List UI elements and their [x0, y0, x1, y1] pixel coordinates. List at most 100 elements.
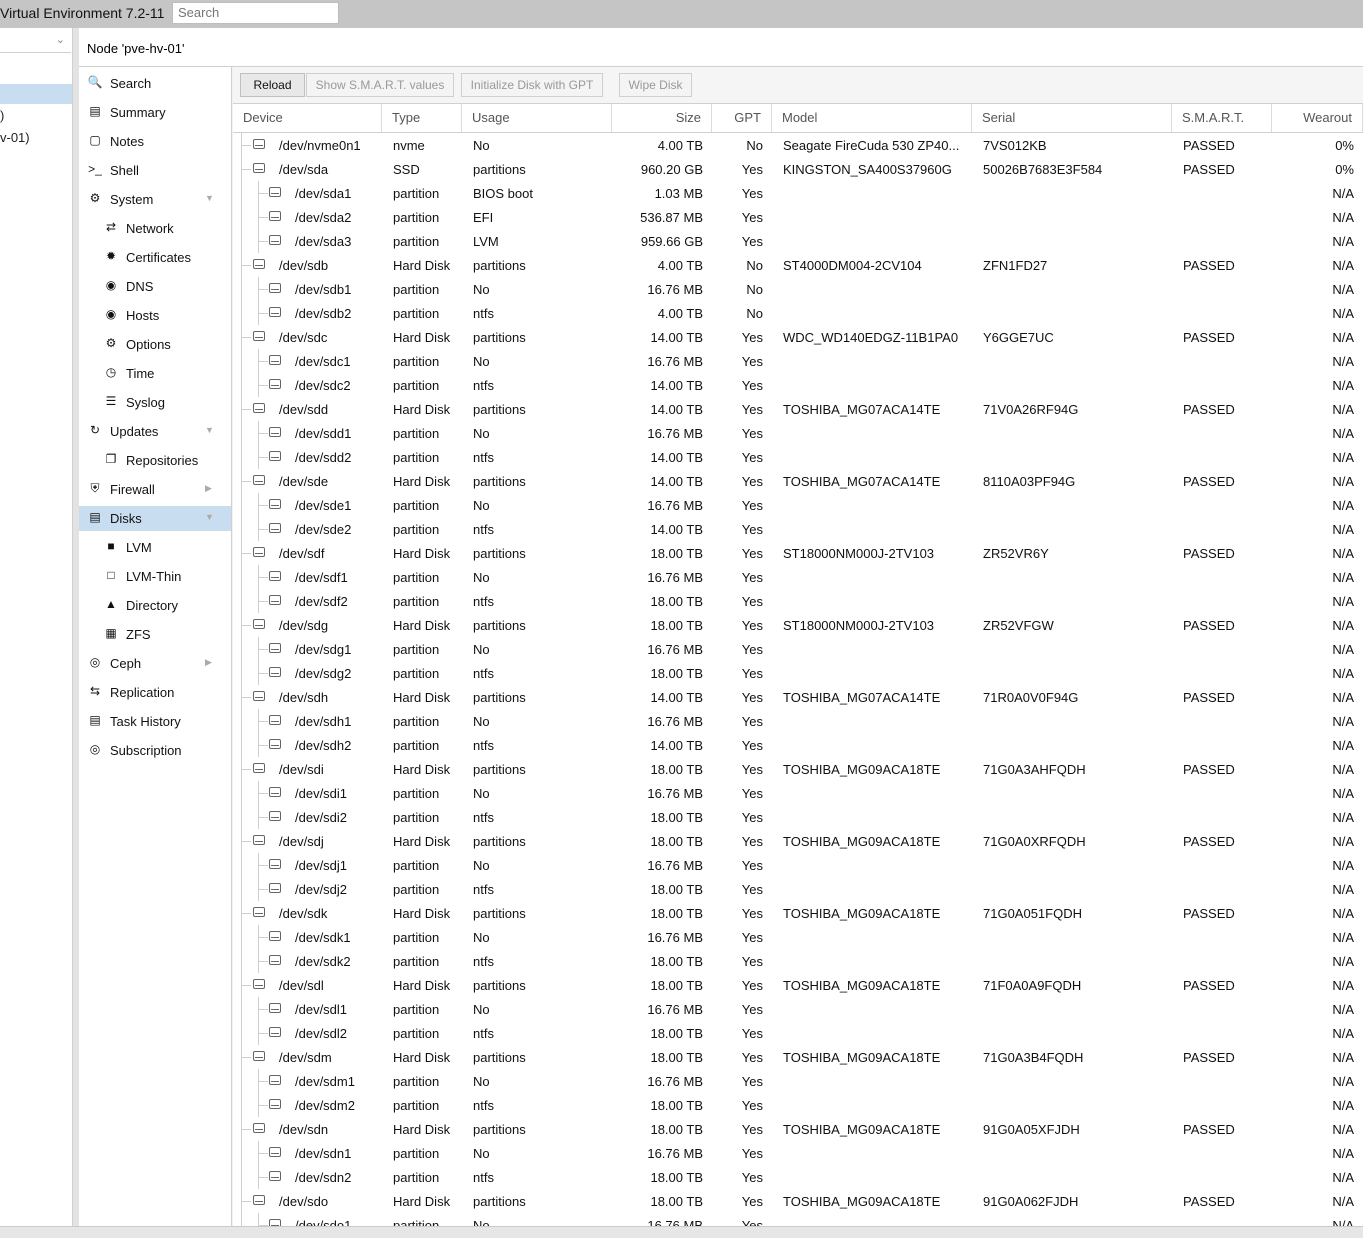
table-row[interactable]: /dev/sdb2 partition ntfs 4.00 TB No N/A — [233, 301, 1363, 325]
menu-item-system[interactable]: ⚙ System ▼ — [79, 187, 231, 212]
chevron-right-icon[interactable]: ▶ — [205, 657, 212, 668]
menu-item-ceph[interactable]: ◎ Ceph ▶ — [79, 651, 231, 676]
table-row[interactable]: /dev/sdc Hard Disk partitions 14.00 TB Yes WD… — [233, 325, 1363, 349]
menu-item-hosts[interactable]: ◉ Hosts — [79, 303, 231, 328]
menu-item-repositories[interactable]: ❐ Repositories — [79, 448, 231, 473]
tree-line — [241, 265, 251, 266]
table-row[interactable]: /dev/sdm1 partition No 16.76 MB Yes N/A — [233, 1069, 1363, 1093]
resource-tree-item[interactable]: v-01) — [0, 130, 30, 145]
table-row[interactable]: /dev/sdc2 partition ntfs 14.00 TB Yes N/A — [233, 373, 1363, 397]
table-row[interactable]: /dev/sdn Hard Disk partitions 18.00 TB Yes TO… — [233, 1117, 1363, 1141]
menu-item-syslog[interactable]: ☰ Syslog — [79, 390, 231, 415]
table-row[interactable]: /dev/sdd1 partition No 16.76 MB Yes N/A — [233, 421, 1363, 445]
cell-usage: ntfs — [473, 954, 494, 969]
table-row[interactable]: /dev/sdk1 partition No 16.76 MB Yes N/A — [233, 925, 1363, 949]
wipe-disk-button[interactable]: Wipe Disk — [619, 73, 692, 97]
chevron-down-icon[interactable]: ▼ — [205, 512, 214, 522]
menu-item-task-history[interactable]: ▤ Task History — [79, 709, 231, 734]
table-row[interactable]: /dev/sdg2 partition ntfs 18.00 TB Yes N/A — [233, 661, 1363, 685]
table-row[interactable]: /dev/sdj Hard Disk partitions 18.00 TB Yes TO… — [233, 829, 1363, 853]
table-row[interactable]: /dev/sdk Hard Disk partitions 18.00 TB Yes TO… — [233, 901, 1363, 925]
table-row[interactable]: /dev/sdf Hard Disk partitions 18.00 TB Yes ST… — [233, 541, 1363, 565]
table-row[interactable]: /dev/sdj1 partition No 16.76 MB Yes N/A — [233, 853, 1363, 877]
menu-item-updates[interactable]: ↻ Updates ▼ — [79, 419, 231, 444]
table-row[interactable]: /dev/sdi Hard Disk partitions 18.00 TB Yes TO… — [233, 757, 1363, 781]
table-row[interactable]: /dev/sdf2 partition ntfs 18.00 TB Yes N/A — [233, 589, 1363, 613]
resource-tree-item[interactable]: ) — [0, 108, 4, 123]
menu-item-lvm-thin[interactable]: □ LVM-Thin — [79, 564, 231, 589]
table-row[interactable]: /dev/sde2 partition ntfs 14.00 TB Yes N/A — [233, 517, 1363, 541]
column-header-usage[interactable]: Usage — [462, 104, 612, 132]
table-row[interactable]: /dev/sdk2 partition ntfs 18.00 TB Yes N/A — [233, 949, 1363, 973]
menu-item-certificates[interactable]: ✹ Certificates — [79, 245, 231, 270]
table-row[interactable]: /dev/sdd Hard Disk partitions 14.00 TB Yes TO… — [233, 397, 1363, 421]
menu-item-replication[interactable]: ⇆ Replication — [79, 680, 231, 705]
menu-item-zfs[interactable]: ▦ ZFS — [79, 622, 231, 647]
table-row[interactable]: /dev/sdm2 partition ntfs 18.00 TB Yes N/A — [233, 1093, 1363, 1117]
menu-item-options[interactable]: ⚙ Options — [79, 332, 231, 357]
table-row[interactable]: /dev/sdc1 partition No 16.76 MB Yes N/A — [233, 349, 1363, 373]
column-header-wear[interactable]: Wearout — [1272, 104, 1363, 132]
column-header-device[interactable]: Device — [233, 104, 382, 132]
chevron-down-icon[interactable]: ▼ — [205, 425, 214, 435]
table-row[interactable]: /dev/sdl Hard Disk partitions 18.00 TB Yes TO… — [233, 973, 1363, 997]
table-row[interactable]: /dev/sdg1 partition No 16.76 MB Yes N/A — [233, 637, 1363, 661]
table-row[interactable]: /dev/sdi2 partition ntfs 18.00 TB Yes N/A — [233, 805, 1363, 829]
table-row[interactable]: /dev/sdh2 partition ntfs 14.00 TB Yes N/A — [233, 733, 1363, 757]
menu-item-lvm[interactable]: ■ LVM — [79, 535, 231, 560]
table-row[interactable]: /dev/nvme0n1 nvme No 4.00 TB No Seagate FireC… — [233, 133, 1363, 157]
cell-smart: PASSED — [1183, 474, 1235, 489]
column-header-gpt[interactable]: GPT — [712, 104, 772, 132]
search-input[interactable] — [172, 2, 339, 24]
menu-item-shell[interactable]: >_ Shell — [79, 158, 231, 183]
chevron-right-icon[interactable]: ▶ — [205, 483, 212, 494]
column-header-type[interactable]: Type — [382, 104, 462, 132]
table-row[interactable]: /dev/sdh Hard Disk partitions 14.00 TB Yes TO… — [233, 685, 1363, 709]
table-row[interactable]: /dev/sdi1 partition No 16.76 MB Yes N/A — [233, 781, 1363, 805]
table-row[interactable]: /dev/sdj2 partition ntfs 18.00 TB Yes N/A — [233, 877, 1363, 901]
table-row[interactable]: /dev/sda2 partition EFI 536.87 MB Yes N/A — [233, 205, 1363, 229]
hdd-icon — [253, 1195, 265, 1205]
table-row[interactable]: /dev/sdl2 partition ntfs 18.00 TB Yes N/A — [233, 1021, 1363, 1045]
menu-item-dns[interactable]: ◉ DNS — [79, 274, 231, 299]
table-row[interactable]: /dev/sdo Hard Disk partitions 18.00 TB Yes TO… — [233, 1189, 1363, 1213]
tree-line — [258, 433, 268, 434]
menu-item-summary[interactable]: ▤ Summary — [79, 100, 231, 125]
menu-item-directory[interactable]: ▲ Directory — [79, 593, 231, 618]
column-header-smart[interactable]: S.M.A.R.T. — [1172, 104, 1272, 132]
menu-item-firewall[interactable]: ⛨ Firewall ▶ — [79, 477, 231, 502]
table-row[interactable]: /dev/sdo1 partition No 16.76 MB Yes N/A — [233, 1213, 1363, 1226]
table-row[interactable]: /dev/sdn2 partition ntfs 18.00 TB Yes N/A — [233, 1165, 1363, 1189]
menu-item-time[interactable]: ◷ Time — [79, 361, 231, 386]
menu-item-network[interactable]: ⇄ Network — [79, 216, 231, 241]
column-header-model[interactable]: Model — [772, 104, 972, 132]
column-header-serial[interactable]: Serial — [972, 104, 1172, 132]
menu-item-notes[interactable]: ▢ Notes — [79, 129, 231, 154]
table-row[interactable]: /dev/sdd2 partition ntfs 14.00 TB Yes N/A — [233, 445, 1363, 469]
table-row[interactable]: /dev/sdb Hard Disk partitions 4.00 TB No ST40… — [233, 253, 1363, 277]
table-row[interactable]: /dev/sde1 partition No 16.76 MB Yes N/A — [233, 493, 1363, 517]
table-row[interactable]: /dev/sdn1 partition No 16.76 MB Yes N/A — [233, 1141, 1363, 1165]
table-row[interactable]: /dev/sdg Hard Disk partitions 18.00 TB Yes ST… — [233, 613, 1363, 637]
reload-button[interactable]: Reload — [240, 73, 305, 97]
table-row[interactable]: /dev/sdf1 partition No 16.76 MB Yes N/A — [233, 565, 1363, 589]
menu-item-disks[interactable]: ▤ Disks ▼ — [79, 506, 231, 531]
table-row[interactable]: /dev/sdm Hard Disk partitions 18.00 TB Yes TO… — [233, 1045, 1363, 1069]
table-row[interactable]: /dev/sdl1 partition No 16.76 MB Yes N/A — [233, 997, 1363, 1021]
table-row[interactable]: /dev/sdh1 partition No 16.76 MB Yes N/A — [233, 709, 1363, 733]
column-header-size[interactable]: Size — [612, 104, 712, 132]
table-row[interactable]: /dev/sda3 partition LVM 959.66 GB Yes N/A — [233, 229, 1363, 253]
tree-line — [241, 1213, 242, 1226]
menu-item-search[interactable]: 🔍 Search — [79, 71, 231, 96]
chevron-down-icon[interactable]: ▼ — [205, 193, 214, 203]
cell-usage: No — [473, 1074, 490, 1089]
view-selector[interactable]: ⌄ — [0, 31, 71, 53]
table-row[interactable]: /dev/sde Hard Disk partitions 14.00 TB Yes TO… — [233, 469, 1363, 493]
show-smart-button[interactable]: Show S.M.A.R.T. values — [306, 73, 454, 97]
table-row[interactable]: /dev/sda SSD partitions 960.20 GB Yes KINGSTO… — [233, 157, 1363, 181]
initialize-gpt-button[interactable]: Initialize Disk with GPT — [461, 73, 603, 97]
resource-tree-selected-row[interactable] — [0, 84, 72, 104]
table-row[interactable]: /dev/sda1 partition BIOS boot 1.03 MB Yes N/A — [233, 181, 1363, 205]
table-row[interactable]: /dev/sdb1 partition No 16.76 MB No N/A — [233, 277, 1363, 301]
menu-item-subscription[interactable]: ◎ Subscription — [79, 738, 231, 763]
